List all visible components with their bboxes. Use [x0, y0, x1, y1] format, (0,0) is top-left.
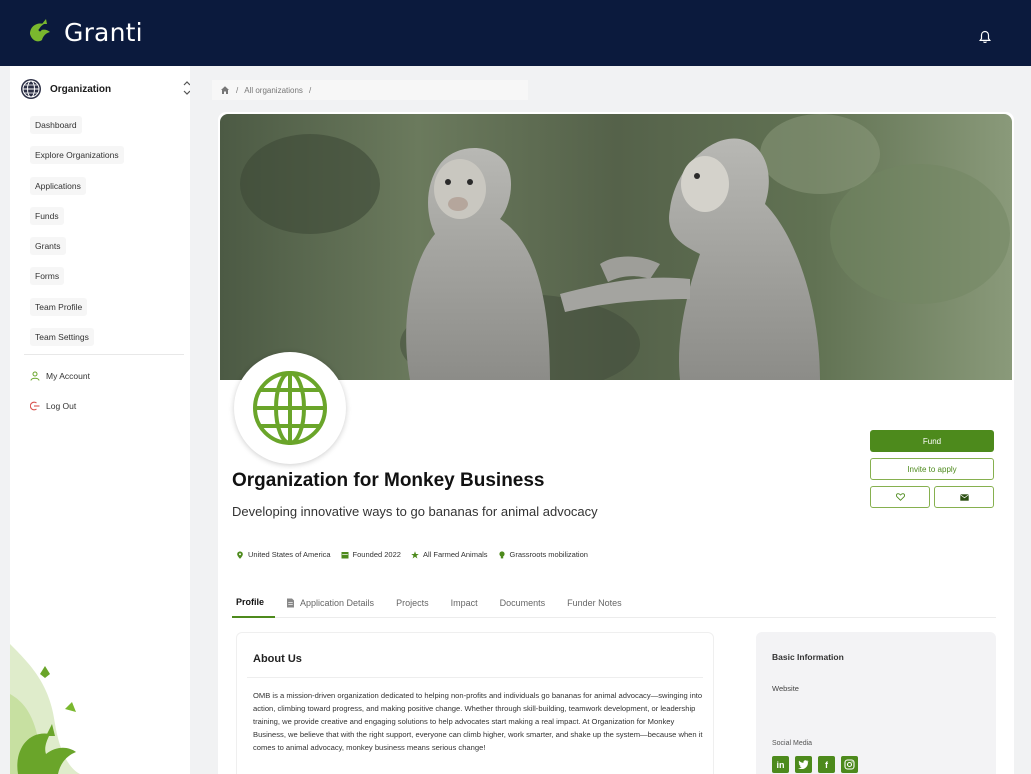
breadcrumb-separator: / [236, 85, 239, 95]
decorative-leaves [10, 644, 80, 774]
breadcrumb-all-organizations[interactable]: All organizations [244, 86, 303, 95]
user-icon [30, 371, 40, 382]
about-us-divider [247, 677, 703, 678]
fund-button[interactable]: Fund [870, 430, 994, 452]
heart-icon [895, 493, 905, 501]
sidebar-item-label: Team Profile [30, 297, 88, 316]
document-icon [287, 598, 295, 607]
tab-profile[interactable]: Profile [232, 588, 276, 618]
organization-profile-card: Organization for Monkey Business Develop… [218, 112, 1014, 774]
basic-information-panel: Basic Information Website Social Media i… [756, 632, 996, 774]
tab-impact[interactable]: Impact [440, 588, 489, 618]
tab-label: Funder Notes [567, 597, 622, 608]
breadcrumb: / All organizations / [212, 80, 528, 100]
brand[interactable]: Granti [24, 16, 143, 48]
sidebar-item-label: Log Out [46, 401, 77, 412]
granti-logo-icon [30, 19, 50, 42]
chevron-updown-icon[interactable] [182, 78, 190, 98]
org-switcher[interactable]: Organization [20, 74, 190, 104]
sidebar-item-funds[interactable]: Funds [24, 201, 184, 231]
globe-icon [253, 371, 327, 445]
website-label: Website [772, 684, 799, 693]
social-media-label: Social Media [772, 740, 813, 747]
tab-label: Documents [499, 597, 546, 608]
sidebar-item-label: Explore Organizations [30, 146, 124, 165]
sidebar-item-label: Dashboard [30, 116, 82, 134]
invite-to-apply-button[interactable]: Invite to apply [870, 458, 994, 480]
sidebar-item-log-out[interactable]: Log Out [24, 391, 184, 421]
org-switcher-label: Organization [50, 83, 112, 95]
calendar-icon [341, 551, 349, 558]
sidebar-item-label: Applications [30, 176, 86, 195]
about-us-text: OMB is a mission-driven organization ded… [253, 691, 703, 752]
meta-focus-label: All Farmed Animals [422, 550, 488, 559]
about-us-heading: About Us [253, 653, 302, 665]
tab-label: Application Details [300, 597, 375, 608]
basic-information-heading: Basic Information [772, 652, 844, 662]
tab-label: Projects [396, 597, 429, 608]
sidebar: Organization Dashboard Explore Organizat… [10, 66, 190, 774]
twitter-icon[interactable] [795, 756, 812, 773]
organization-avatar [234, 352, 346, 464]
brand-name: Granti [64, 17, 143, 47]
globe-icon [21, 79, 41, 99]
sidebar-item-dashboard[interactable]: Dashboard [24, 110, 184, 140]
meta-approach: Grassroots mobilization [498, 550, 588, 559]
linkedin-icon[interactable]: in [772, 756, 789, 773]
meta-focus: All Farmed Animals [411, 550, 488, 559]
sidebar-item-label: Team Settings [30, 328, 94, 347]
sidebar-item-label: My Account [46, 371, 90, 382]
lightbulb-icon [498, 550, 505, 558]
star-icon [411, 550, 419, 558]
sidebar-item-team-profile[interactable]: Team Profile [24, 292, 184, 322]
main-content: / All organizations / Organization for M… [198, 66, 1031, 774]
sidebar-item-grants[interactable]: Grants [24, 231, 184, 261]
bell-icon[interactable] [979, 30, 991, 44]
sidebar-nav: Dashboard Explore Organizations Applicat… [24, 110, 184, 421]
sidebar-item-label: Grants [30, 237, 66, 256]
banner-image [220, 114, 1012, 380]
instagram-icon[interactable] [841, 756, 858, 773]
meta-approach-label: Grassroots mobilization [509, 550, 588, 559]
facebook-icon[interactable]: f [818, 756, 835, 773]
meta-location: United States of America [236, 550, 331, 559]
organization-name: Organization for Monkey Business [232, 470, 545, 491]
social-links: in f [772, 756, 858, 773]
sidebar-item-team-settings[interactable]: Team Settings [24, 322, 184, 352]
message-button[interactable] [934, 486, 994, 508]
sidebar-item-applications[interactable]: Applications [24, 171, 184, 201]
favorite-button[interactable] [870, 486, 930, 508]
about-us-panel: About Us OMB is a mission-driven organiz… [236, 632, 714, 774]
tab-funder-notes[interactable]: Funder Notes [556, 588, 633, 618]
top-bar: Granti [0, 0, 1031, 66]
logout-icon [30, 402, 40, 411]
sidebar-item-label: Funds [30, 206, 64, 225]
sidebar-item-forms[interactable]: Forms [24, 261, 184, 291]
home-icon[interactable] [220, 85, 230, 95]
tab-application-details[interactable]: Application Details [275, 588, 385, 618]
breadcrumb-separator: / [308, 85, 312, 95]
sidebar-divider [24, 354, 184, 356]
tab-projects[interactable]: Projects [385, 588, 440, 618]
tab-documents[interactable]: Documents [489, 588, 557, 618]
sidebar-item-label: Forms [30, 267, 65, 286]
meta-founded-label: Founded 2022 [352, 550, 401, 559]
meta-location-label: United States of America [248, 550, 331, 559]
tab-label: Profile [236, 596, 265, 607]
sidebar-item-explore-organizations[interactable]: Explore Organizations [24, 140, 184, 170]
organization-tagline: Developing innovative ways to go bananas… [232, 504, 598, 519]
profile-tabs: Profile Application Details Projects Imp… [232, 588, 996, 618]
location-pin-icon [237, 551, 243, 559]
mail-icon [959, 493, 969, 501]
sidebar-item-my-account[interactable]: My Account [24, 361, 184, 391]
meta-founded: Founded 2022 [341, 550, 401, 559]
organization-meta: United States of America Founded 2022 Al… [236, 550, 588, 559]
tab-label: Impact [450, 597, 478, 608]
